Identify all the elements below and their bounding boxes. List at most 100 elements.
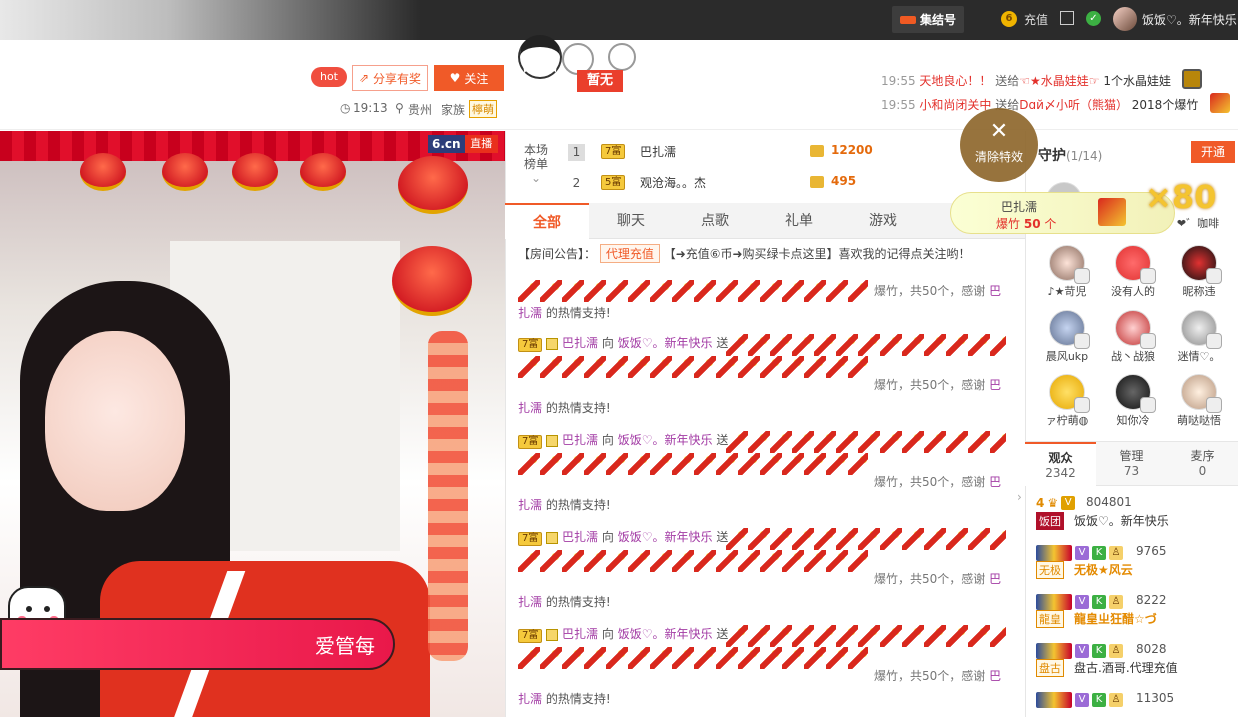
user-name[interactable]: 饭饭♡。新年快乐: [1142, 11, 1237, 28]
gift-popup-unit: 个: [1044, 217, 1057, 231]
receiver-name[interactable]: 饭饭♡。新年快乐: [618, 433, 713, 447]
clear-effects-button[interactable]: ✕ 清除特效: [960, 108, 1038, 182]
badges: V K ♙: [1036, 545, 1123, 561]
user-badge: ♙: [1109, 595, 1123, 609]
sender-name[interactable]: 巴扎濡: [562, 433, 598, 447]
guard-name: 没有人的: [1111, 285, 1155, 298]
broadcast-sender[interactable]: 天地良心！！: [919, 74, 991, 88]
guard-name: 战丶战狼: [1111, 350, 1155, 363]
audience-name[interactable]: 龍皇ㄓ狂醋☆づ: [1074, 610, 1157, 627]
announcement-text[interactable]: 【➜充值⑥币➜购买绿卡点这里】喜欢我的记得点关注哟！: [664, 247, 971, 261]
receiver-name[interactable]: 饭饭♡。新年快乐: [618, 336, 713, 350]
guard-member[interactable]: 萌哒哒悟: [1167, 374, 1231, 428]
share-button[interactable]: ⇗ 分享有奖: [352, 65, 428, 91]
thanks-name[interactable]: 巴: [989, 284, 1001, 298]
logo-text: 6.cn: [432, 137, 461, 151]
user-id: 804801: [1086, 495, 1132, 509]
thanks-name[interactable]: 巴: [989, 475, 1001, 489]
tail-name[interactable]: 扎濡: [518, 595, 542, 609]
rank-row[interactable]: 2 5富 观沧海。。杰 495: [568, 171, 918, 199]
audience-row[interactable]: V K ♙ 8222 龍皇 龍皇ㄓ狂醋☆づ: [1036, 590, 1236, 638]
lantern-icon: [398, 156, 468, 214]
rank-row[interactable]: 1 7富 巴扎濡 12200: [568, 140, 918, 168]
broadcast-receiver[interactable]: ☜★水晶娃娃☞: [1019, 74, 1099, 88]
guard-member[interactable]: ❤゛咖啡: [1166, 215, 1230, 231]
audience-row[interactable]: V K ♙ 8028 盘古 盘古.酒哥.代理充值: [1036, 639, 1236, 687]
v-badge: V: [1075, 546, 1089, 560]
tail-name[interactable]: 扎濡: [518, 692, 542, 706]
tab-songs[interactable]: 点歌: [673, 203, 757, 239]
sender-name[interactable]: 巴扎濡: [562, 627, 598, 641]
wealth-level-badge: 5富: [601, 175, 626, 190]
streamer-face: [45, 331, 185, 511]
message-verb: 向: [601, 336, 614, 350]
user-avatar[interactable]: [1113, 7, 1137, 31]
avatar: [1115, 374, 1156, 413]
receiver-name[interactable]: 饭饭♡。新年快乐: [618, 627, 713, 641]
coin-stack-icon: [810, 145, 824, 157]
live-video[interactable]: 6.cn 直播 爱管每: [0, 131, 505, 717]
shield-icon: [1140, 397, 1156, 413]
gift-popup-count: 50: [1023, 217, 1041, 231]
chevron-right-icon[interactable]: ›: [1017, 490, 1025, 520]
open-guard-button[interactable]: 开通: [1191, 141, 1235, 163]
k-badge: K: [1092, 595, 1106, 609]
shield-icon: [1074, 268, 1090, 284]
audience-row[interactable]: V K ♙ 9765 无极 无极★风云: [1036, 541, 1236, 589]
user-id: 9765: [1136, 544, 1167, 558]
gift-popup: 巴扎濡 爆竹 50 个: [950, 192, 1175, 234]
thanks-name[interactable]: 巴: [989, 378, 1001, 392]
tab-audience[interactable]: 观众 2342: [1025, 442, 1096, 486]
wealth-level-badge: 7富: [518, 532, 543, 546]
chevron-down-icon[interactable]: ⌄: [518, 171, 554, 185]
tail-name[interactable]: 扎濡: [518, 401, 542, 415]
collect-button[interactable]: 集结号: [892, 6, 964, 33]
guard-member[interactable]: 战丶战狼: [1101, 310, 1165, 364]
guard-member[interactable]: ♪★苛児: [1035, 245, 1099, 299]
tab-gifts[interactable]: 礼单: [757, 203, 841, 239]
edit-icon[interactable]: [1060, 11, 1074, 25]
family-tag[interactable]: 檸萌: [469, 100, 497, 118]
sender-name[interactable]: 巴扎濡: [562, 336, 598, 350]
gift-popup-gift: 爆竹 50 个: [996, 215, 1056, 232]
tab-games[interactable]: 游戏: [841, 203, 925, 239]
tab-admins[interactable]: 管理 73: [1096, 442, 1167, 486]
recharge-link[interactable]: 充值: [1024, 11, 1048, 28]
avatar: [1115, 310, 1156, 349]
thanks-name[interactable]: 巴: [989, 669, 1001, 683]
sender-name[interactable]: 巴扎濡: [562, 530, 598, 544]
gift-multiplier: ×80: [1145, 178, 1217, 216]
guard-member[interactable]: 知你冷: [1101, 374, 1165, 428]
message-head: 7富 巴扎濡 向 饭饭♡。新年快乐 送: [518, 334, 728, 352]
tab-mic-queue[interactable]: 麦序 0: [1167, 442, 1238, 486]
firecracker-gifts: [518, 550, 868, 572]
guard-member[interactable]: 昵称违: [1167, 245, 1231, 299]
guard-member[interactable]: 没有人的: [1101, 245, 1165, 299]
tail-name[interactable]: 扎濡: [518, 498, 542, 512]
tab-all[interactable]: 全部: [505, 203, 589, 239]
receiver-name[interactable]: 饭饭♡。新年快乐: [618, 530, 713, 544]
thanks-name[interactable]: 巴: [989, 572, 1001, 586]
guard-member[interactable]: 迷情♡。: [1167, 310, 1231, 364]
gift-thanks: 爆竹，共50个，感谢 巴: [874, 282, 1001, 299]
audience-name[interactable]: 饭饭♡。新年快乐: [1074, 512, 1169, 529]
audience-name[interactable]: 盘古.酒哥.代理充值: [1074, 659, 1178, 676]
guard-name: 昵称违: [1182, 285, 1216, 298]
agent-recharge-button[interactable]: 代理充值: [599, 244, 660, 263]
audience-name[interactable]: 无极★风云: [1074, 561, 1133, 578]
guard-member[interactable]: ァ柠萌◍: [1035, 374, 1099, 428]
audience-row[interactable]: V K ♙ 11305: [1036, 688, 1236, 717]
chat-list[interactable]: 爆竹，共50个，感谢 巴 扎濡 的热情支持! 7富 巴扎濡 向 饭饭♡。新年快乐…: [514, 276, 1014, 717]
gift-thanks: 爆竹，共50个，感谢 巴: [874, 473, 1001, 490]
announcement-prefix: 【房间公告】：: [518, 247, 597, 261]
rank-label: 本场 榜单 ⌄: [518, 143, 554, 185]
guard-member[interactable]: 晨风ukp: [1035, 310, 1099, 364]
rank-name[interactable]: 观沧海。。杰: [640, 174, 706, 191]
rank-name[interactable]: 巴扎濡: [640, 143, 676, 160]
audience-row[interactable]: 4 ♛ V 804801 饭团 饭饭♡。新年快乐: [1036, 492, 1236, 540]
shield-icon: [1206, 397, 1222, 413]
tail-name[interactable]: 扎濡: [518, 306, 542, 320]
tab-chat[interactable]: 聊天: [589, 203, 673, 239]
user-badge: ♙: [1109, 644, 1123, 658]
follow-button[interactable]: ♥ 关注: [434, 65, 504, 91]
